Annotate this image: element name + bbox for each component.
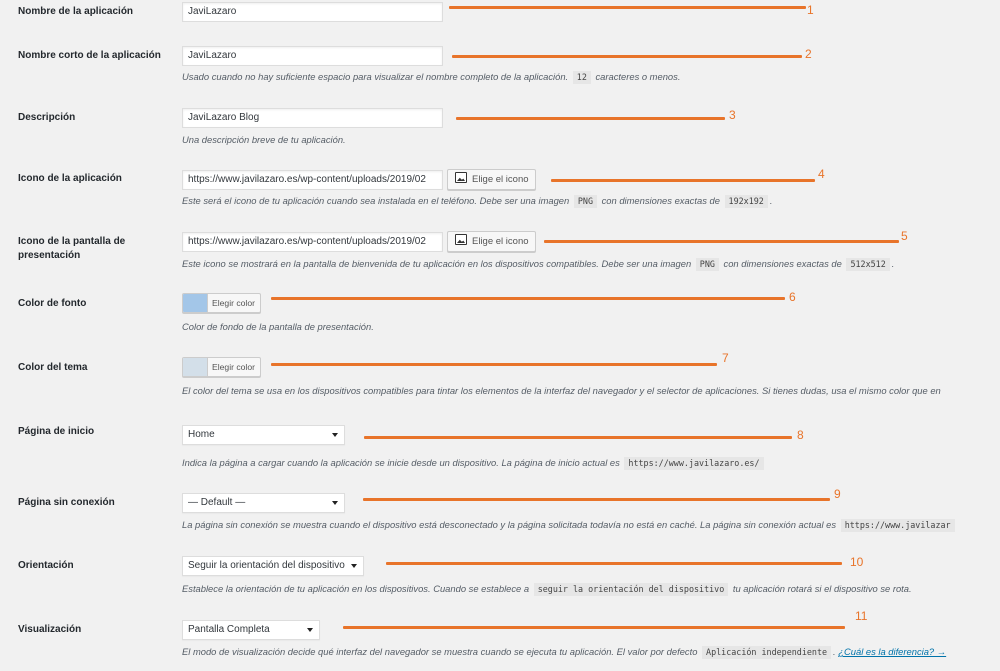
choose-app-icon-button[interactable]: Elige el icono (447, 169, 536, 190)
theme-color-description: El color del tema se usa en los disposit… (182, 385, 941, 396)
display-difference-link[interactable]: ¿Cuál es la diferencia? → (838, 646, 946, 657)
offline-page-description: La página sin conexión se muestra cuando… (182, 518, 957, 532)
annotation-number-7: 7 (722, 351, 729, 365)
chevron-down-icon (332, 433, 338, 437)
app-icon-label: Icono de la aplicación (18, 173, 122, 184)
image-icon (455, 172, 467, 183)
start-page-select[interactable]: Home (182, 425, 345, 445)
start-page-label: Página de inicio (18, 426, 95, 437)
start-page-description: Indica la página a cargar cuando la apli… (182, 456, 766, 470)
theme-color-picker[interactable]: Elegir color (182, 357, 261, 377)
display-label: Visualización (18, 624, 82, 635)
annotation-number-4: 4 (818, 167, 825, 181)
chevron-down-icon (307, 628, 313, 632)
short-name-description: Usado cuando no hay suficiente espacio p… (182, 71, 681, 84)
annotation-number-5: 5 (901, 229, 908, 243)
background-color-description: Color de fondo de la pantalla de present… (182, 321, 374, 332)
offline-page-select[interactable]: — Default — (182, 493, 345, 513)
description-input[interactable]: JaviLazaro Blog (182, 108, 443, 128)
annotation-line-7 (271, 363, 717, 366)
splash-icon-description: Este icono se mostrará en la pantalla de… (182, 258, 895, 271)
short-name-input[interactable]: JaviLazaro (182, 46, 443, 66)
annotation-line-9 (363, 498, 830, 501)
app-name-input[interactable]: JaviLazaro (182, 2, 443, 22)
annotation-number-11: 11 (855, 609, 868, 623)
annotation-line-11 (343, 626, 845, 629)
display-select[interactable]: Pantalla Completa (182, 620, 320, 640)
orientation-label: Orientación (18, 560, 74, 571)
app-icon-url-input[interactable]: https://www.javilazaro.es/wp-content/upl… (182, 170, 443, 190)
chevron-down-icon (332, 501, 338, 505)
annotation-number-6: 6 (789, 290, 796, 304)
choose-splash-icon-button[interactable]: Elige el icono (447, 231, 536, 252)
background-color-label: Color de fonto (18, 298, 87, 309)
description-label: Descripción (18, 112, 76, 123)
chevron-down-icon (350, 564, 357, 568)
annotation-line-4 (551, 179, 815, 182)
background-color-picker[interactable]: Elegir color (182, 293, 261, 313)
annotation-line-6 (271, 297, 785, 300)
theme-color-label: Color del tema (18, 362, 88, 373)
short-name-label: Nombre corto de la aplicación (18, 50, 161, 61)
annotation-number-8: 8 (797, 428, 804, 442)
background-color-swatch (183, 294, 207, 312)
app-icon-description: Este será el icono de tu aplicación cuan… (182, 195, 773, 208)
annotation-number-2: 2 (805, 47, 812, 61)
display-description: El modo de visualización decide qué inte… (182, 646, 947, 659)
theme-color-swatch (183, 358, 207, 376)
annotation-line-2 (452, 55, 802, 58)
annotation-line-1 (449, 6, 806, 9)
annotation-number-10: 10 (850, 555, 864, 569)
annotation-line-3 (456, 117, 725, 120)
offline-page-label: Página sin conexión (18, 497, 115, 508)
splash-icon-url-input[interactable]: https://www.javilazaro.es/wp-content/upl… (182, 232, 443, 252)
image-icon (455, 234, 467, 245)
description-help: Una descripción breve de tu aplicación. (182, 134, 346, 145)
annotation-number-3: 3 (729, 108, 736, 122)
annotation-line-8 (364, 436, 792, 439)
orientation-select[interactable]: Seguir la orientación del dispositivo (182, 556, 364, 576)
splash-icon-label: Icono de la pantalla de presentación (18, 236, 126, 261)
orientation-description: Establece la orientación de tu aplicació… (182, 583, 912, 596)
annotation-line-10 (386, 562, 842, 565)
annotation-number-9: 9 (834, 487, 841, 501)
annotation-line-5 (544, 240, 899, 243)
annotation-number-1: 1 (807, 3, 814, 17)
app-name-label: Nombre de la aplicación (18, 6, 134, 17)
